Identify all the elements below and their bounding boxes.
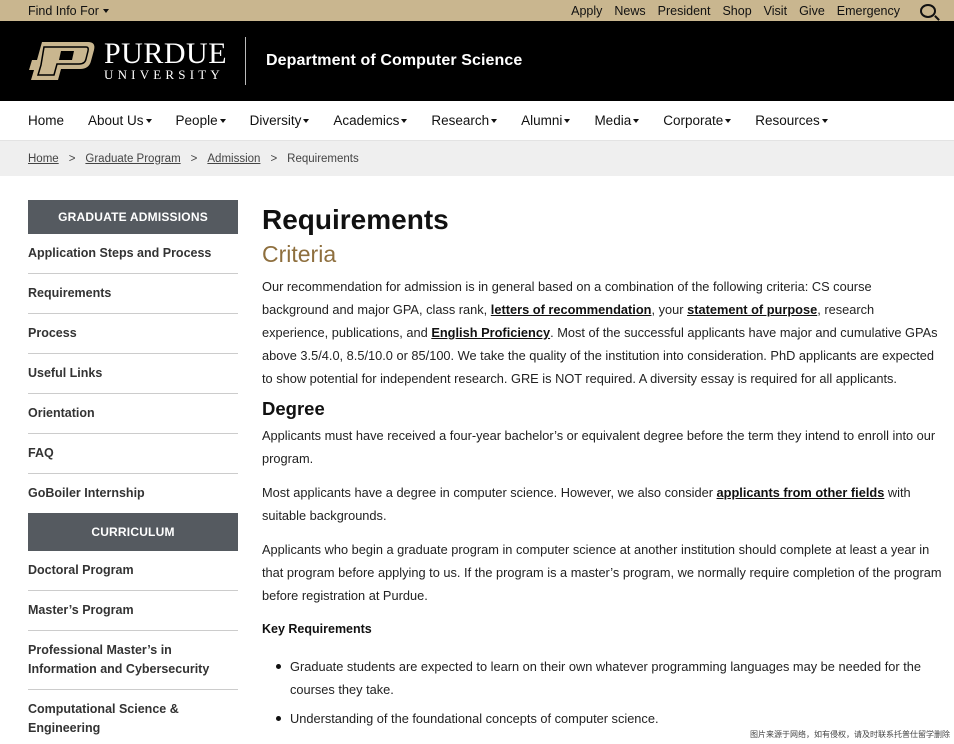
list-item: Understanding of the foundational concep… [276,707,942,730]
nav-label: Resources [755,113,820,128]
utility-link-emergency[interactable]: Emergency [831,4,906,18]
sidebar-item-faq[interactable]: FAQ [28,434,238,474]
statement-of-purpose-link[interactable]: statement of purpose [687,302,817,317]
breadcrumb-current: Requirements [287,152,359,165]
purdue-wordmark[interactable]: PURDUE UNIVERSITY [104,37,228,82]
utility-links: Apply News President Shop Visit Give Eme… [565,3,946,18]
degree-heading: Degree [262,398,325,419]
nav-item-research[interactable]: Research [431,113,498,128]
wordmark-top: PURDUE [104,37,228,70]
sidebar-item-professional-masters[interactable]: Professional Master’s in Information and… [28,631,238,690]
nav-item-academics[interactable]: Academics [333,113,408,128]
sidebar-item-orientation[interactable]: Orientation [28,394,238,434]
search-icon[interactable] [920,3,936,18]
page-title: Requirements [262,204,449,235]
nav-item-people[interactable]: People [176,113,226,128]
chevron-down-icon [564,118,571,123]
text: Most applicants have a degree in compute… [262,485,717,500]
department-title[interactable]: Department of Computer Science [266,52,522,70]
nav-label: Home [28,113,65,128]
chevron-down-icon [821,118,828,123]
utility-link-visit[interactable]: Visit [758,4,793,18]
nav-item-media[interactable]: Media [594,113,640,128]
degree-paragraph-1: Applicants must have received a four-yea… [262,428,936,466]
find-info-label: Find Info For [28,3,99,18]
breadcrumb-separator: > [270,152,278,165]
sidebar-item-useful-links[interactable]: Useful Links [28,354,238,394]
chevron-down-icon [145,118,152,123]
nav-label: People [175,113,218,128]
nav-item-resources[interactable]: Resources [755,113,828,128]
chevron-down-icon [725,118,732,123]
applicants-other-fields-link[interactable]: applicants from other fields [717,485,885,500]
nav-label: Alumni [521,113,563,128]
degree-paragraph-3: Applicants who begin a graduate program … [262,542,942,603]
degree-paragraph-2: Most applicants have a degree in compute… [262,481,942,527]
main-nav: Home About Us People Diversity Academics… [0,101,954,141]
main-content: Requirements Criteria Our recommendation… [262,203,942,730]
breadcrumb-admission[interactable]: Admission [207,153,260,165]
sidebar-heading-graduate-admissions[interactable]: GRADUATE ADMISSIONS [28,200,238,234]
watermark: 图片来源于网络，如有侵权，请及时联系托普仕留学删除 [750,730,950,739]
criteria-heading: Criteria [262,241,337,267]
utility-link-shop[interactable]: Shop [716,4,757,18]
sidebar-item-requirements[interactable]: Requirements [28,274,238,314]
chevron-down-icon [633,118,640,123]
nav-item-about-us[interactable]: About Us [88,113,152,128]
sidebar-item-doctoral-program[interactable]: Doctoral Program [28,551,238,591]
nav-label: Academics [333,113,400,128]
breadcrumb-home[interactable]: Home [28,153,59,165]
breadcrumb: Home > Graduate Program > Admission > Re… [0,141,954,176]
chevron-down-icon [491,118,498,123]
nav-item-home[interactable]: Home [28,113,64,128]
chevron-down-icon [219,118,226,123]
breadcrumb-graduate-program[interactable]: Graduate Program [85,153,180,165]
site-header: PURDUE UNIVERSITY Department of Computer… [0,21,954,101]
sidebar-item-application-steps[interactable]: Application Steps and Process [28,234,238,274]
nav-label: About Us [88,113,144,128]
nav-label: Media [594,113,632,128]
nav-label: Corporate [663,113,724,128]
sidebar: GRADUATE ADMISSIONS Application Steps an… [28,200,238,744]
utility-link-news[interactable]: News [608,4,651,18]
key-requirements-heading: Key Requirements [262,622,372,636]
purdue-p-logo-icon[interactable] [28,41,96,81]
nav-item-alumni[interactable]: Alumni [521,113,571,128]
sidebar-item-masters-program[interactable]: Master’s Program [28,591,238,631]
utility-bar: Find Info For Apply News President Shop … [0,0,954,21]
utility-link-apply[interactable]: Apply [565,4,608,18]
key-requirements-list: Graduate students are expected to learn … [262,655,942,730]
nav-item-diversity[interactable]: Diversity [250,113,310,128]
breadcrumb-separator: > [190,152,198,165]
sidebar-item-computational-science[interactable]: Computational Science & Engineering [28,690,238,744]
nav-item-corporate[interactable]: Corporate [663,113,732,128]
nav-label: Research [431,113,490,128]
sidebar-item-goboiler-internship[interactable]: GoBoiler Internship [28,474,238,513]
header-divider [245,37,247,85]
chevron-down-icon [303,118,310,123]
utility-link-give[interactable]: Give [793,4,831,18]
nav-label: Diversity [249,113,302,128]
breadcrumb-separator: > [68,152,76,165]
sidebar-heading-curriculum[interactable]: CURRICULUM [28,513,238,551]
utility-link-president[interactable]: President [652,4,717,18]
chevron-down-icon [401,118,408,123]
find-info-dropdown[interactable]: Find Info For [28,4,109,18]
sidebar-item-process[interactable]: Process [28,314,238,354]
list-item: Graduate students are expected to learn … [276,655,942,701]
text: , your [651,302,688,317]
english-proficiency-link[interactable]: English Proficiency [431,325,550,340]
criteria-paragraph: Our recommendation for admission is in g… [262,275,942,390]
letters-of-recommendation-link[interactable]: letters of recommendation [491,302,652,317]
chevron-down-icon [102,8,109,13]
wordmark-bottom: UNIVERSITY [104,67,224,82]
